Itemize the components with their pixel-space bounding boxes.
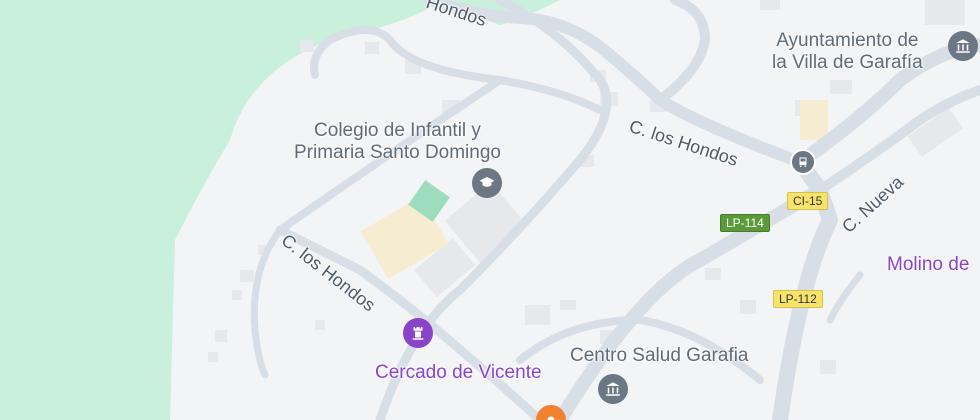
cercado-label[interactable]: Cercado de Vicente (375, 362, 542, 384)
ayuntamiento-label[interactable]: Ayuntamiento de la Villa de Garafía (772, 30, 923, 74)
green-area (0, 0, 440, 420)
centro-salud-label[interactable]: Centro Salud Garafia (570, 345, 749, 367)
road-shield-lp112: LP-112 (773, 290, 823, 308)
health-center-icon[interactable] (598, 374, 628, 404)
road-shield-ci15: CI-15 (787, 192, 829, 210)
town-hall-icon[interactable] (948, 31, 978, 61)
road-shield-lp114: LP-114 (720, 214, 770, 232)
tan-building-2 (800, 100, 828, 140)
map-view[interactable]: Ayuntamiento de la Villa de Garafía Cole… (0, 0, 980, 420)
bus-stop-icon[interactable] (790, 149, 816, 175)
molino-label[interactable]: Molino de (887, 254, 969, 276)
school-icon[interactable] (472, 168, 502, 198)
monument-icon[interactable] (403, 318, 433, 348)
colegio-label[interactable]: Colegio de Infantil y Primaria Santo Dom… (294, 120, 501, 164)
